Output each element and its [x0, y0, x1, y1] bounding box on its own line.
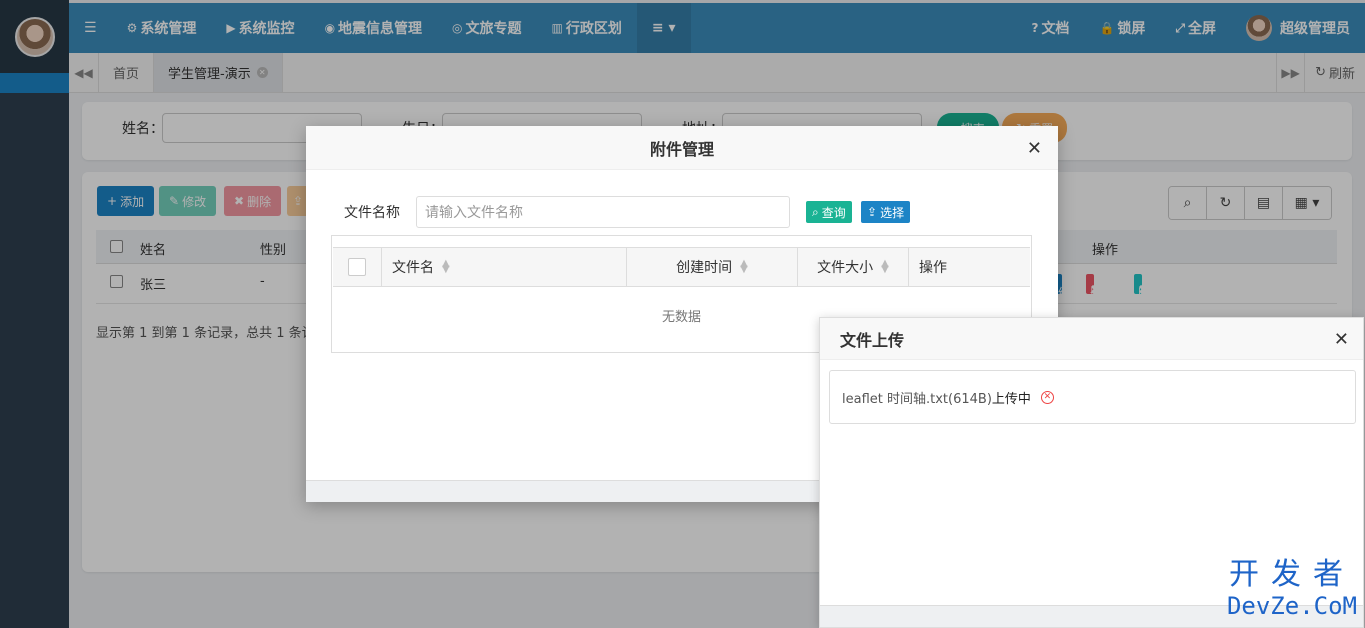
modal-header: 附件管理 ✕ [306, 126, 1058, 170]
filename-label: 文件名称 [344, 205, 400, 221]
col-label: 文件名 [392, 260, 434, 276]
watermark-en: DevZe.CoM [1226, 592, 1357, 620]
col-filename[interactable]: 文件名 ▲ ▼ [382, 248, 627, 286]
query-button[interactable]: ⌕ 查询 [806, 201, 852, 223]
col-label: 文件大小 [817, 260, 874, 276]
button-label: 查询 [821, 205, 846, 220]
sort-icon: ▲ ▼ [881, 258, 889, 275]
upload-file-item: leaflet 时间轴.txt(614B) 上传中 ✕ [829, 370, 1356, 424]
select-file-button[interactable]: ⇪ 选择 [861, 201, 911, 223]
modal-title: 附件管理 [649, 139, 714, 159]
col-created-time[interactable]: 创建时间 ▲ ▼ [627, 248, 798, 286]
col-label: 操作 [919, 260, 947, 276]
sort-icon: ▲ ▼ [442, 258, 450, 275]
close-icon[interactable]: ✕ [1334, 329, 1349, 350]
select-all-checkbox[interactable] [348, 258, 366, 276]
sort-icon: ▲ ▼ [740, 258, 748, 275]
watermark-logo: 开发者 DevZe.CoM [1226, 557, 1357, 621]
col-file-size[interactable]: 文件大小 ▲ ▼ [798, 248, 909, 286]
cancel-upload-icon[interactable]: ✕ [1040, 390, 1054, 404]
search-icon: ⌕ [812, 204, 819, 219]
upload-file-name: leaflet 时间轴.txt(614B) [842, 391, 992, 407]
upload-title: 文件上传 [840, 330, 905, 350]
upload-icon: ⇪ [867, 205, 878, 219]
close-icon[interactable]: ✕ [1027, 138, 1042, 159]
upload-status: 上传中 [991, 391, 1031, 407]
attachment-table-header: 文件名 ▲ ▼ 创建时间 ▲ ▼ 文件大小 ▲ ▼ 操作 [333, 247, 1030, 287]
button-label: 选择 [880, 205, 905, 220]
col-ops: 操作 [909, 248, 1030, 286]
upload-header: 文件上传 ✕ [820, 318, 1363, 360]
placeholder-text: 请输入文件名称 [425, 205, 523, 221]
watermark-cn: 开发者 [1228, 557, 1355, 592]
col-label: 创建时间 [676, 260, 733, 276]
select-all-cell [333, 248, 382, 286]
filename-input[interactable]: 请输入文件名称 [416, 196, 790, 228]
